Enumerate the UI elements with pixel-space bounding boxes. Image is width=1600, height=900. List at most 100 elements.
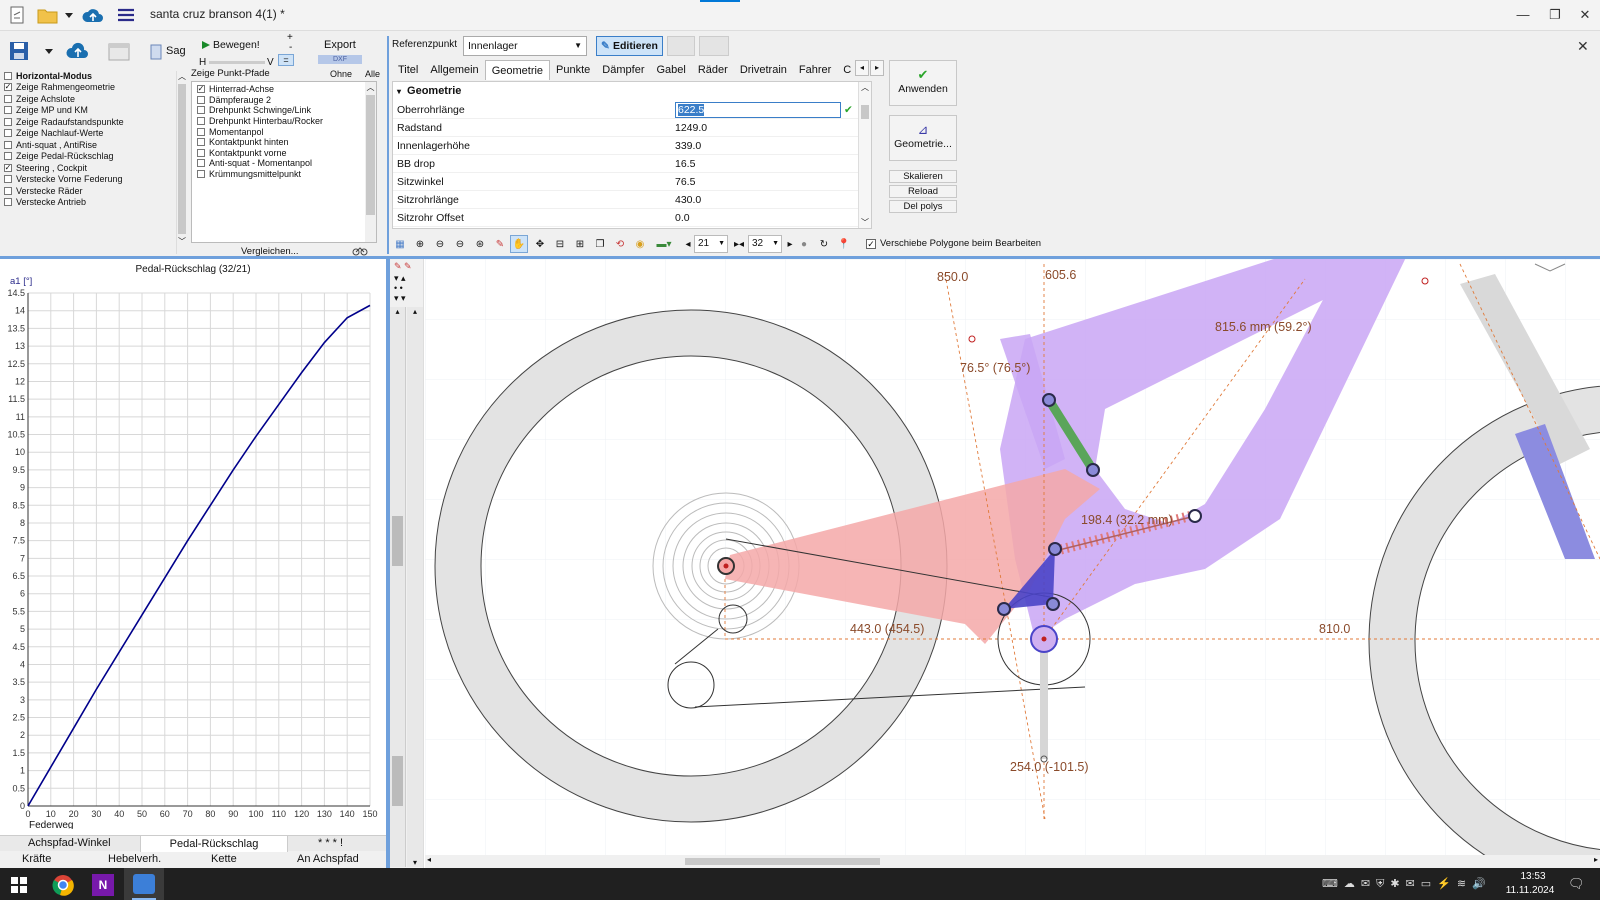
tab-punkte[interactable]: Punkte <box>550 60 596 80</box>
grid-icon[interactable]: ▦ <box>392 235 408 253</box>
layers-icon[interactable]: ▬▾ <box>652 235 676 253</box>
dots-icon[interactable]: • • <box>394 283 403 293</box>
onenote-icon[interactable]: N <box>92 874 114 896</box>
option-checkbox[interactable] <box>4 129 12 138</box>
geometry-button[interactable]: ⊿ Geometrie... <box>889 115 957 161</box>
tab-scroll-right[interactable]: ▸ <box>870 60 884 76</box>
undo-button[interactable] <box>667 36 695 56</box>
option-item[interactable]: Zeige Radaufstandspunkte <box>4 116 176 128</box>
path-item[interactable]: Kontaktpunkt vorne <box>197 148 376 159</box>
apply-button[interactable]: ✔ Anwenden <box>889 60 957 106</box>
save-dropdown-icon[interactable] <box>44 46 56 58</box>
tab-more[interactable]: * * * ! <box>318 837 343 849</box>
circle-icon[interactable]: ● <box>796 235 812 253</box>
option-checkbox[interactable]: ✓ <box>4 163 12 172</box>
bottom-tab-0[interactable]: Kräfte <box>22 853 51 865</box>
sprocket-select[interactable]: 32 ▼ <box>748 235 782 253</box>
tab-drivetrain[interactable]: Drivetrain <box>734 60 793 80</box>
windows-start-icon[interactable] <box>10 876 28 894</box>
zoom-out-icon[interactable]: ⊖ <box>432 235 448 253</box>
save-icon[interactable] <box>8 40 32 64</box>
pin-red-icon[interactable]: ✎ ✎ <box>394 261 412 272</box>
close-panel-icon[interactable]: ✕ <box>1577 38 1589 55</box>
option-item[interactable]: Verstecke Räder <box>4 185 176 197</box>
table-icon[interactable]: ⊞ <box>572 235 588 253</box>
move-button[interactable]: Bewegen! <box>213 39 260 51</box>
vertical-scrollbar-a[interactable]: ▴ <box>390 307 406 867</box>
paths-all-button[interactable]: Alle <box>365 69 380 79</box>
vertical-scrollbar-b[interactable]: ▴ ▾ <box>407 307 423 867</box>
tab-fahrer[interactable]: Fahrer <box>793 60 837 80</box>
confirm-check-icon[interactable]: ✔ <box>844 104 853 116</box>
copy-icon[interactable]: ❐ <box>592 235 608 253</box>
zoom-window-icon[interactable]: ⊖ <box>452 235 468 253</box>
pan-hand-icon[interactable]: ✋ <box>510 235 528 253</box>
dropdown-arrow-icon[interactable] <box>63 4 75 26</box>
bottom-tab-1[interactable]: Hebelverh. <box>108 853 161 865</box>
dxf-button[interactable]: DXF <box>318 55 362 64</box>
tab-titel[interactable]: Titel <box>392 60 424 80</box>
cloud-save-icon[interactable] <box>66 40 90 64</box>
prev-arrow-icon[interactable]: ◂ <box>684 235 692 253</box>
option-checkbox[interactable] <box>4 175 12 184</box>
active-app-slot[interactable] <box>124 868 164 900</box>
option-item[interactable]: ✓ Steering , Cockpit <box>4 162 176 174</box>
ref-select[interactable]: Innenlager ▼ <box>463 36 587 56</box>
bike-icon[interactable] <box>352 246 368 256</box>
notifications-icon[interactable]: 🗨 <box>1568 876 1585 892</box>
canvas-h-scrollbar[interactable]: ◂ ▸ <box>425 855 1600 868</box>
minimize-button[interactable]: — <box>1508 4 1538 26</box>
hv-slider[interactable] <box>209 61 265 64</box>
row-value[interactable]: 339.0 <box>675 137 871 154</box>
geometry-row[interactable]: Sitzrohr Offset 0.0 <box>393 209 871 227</box>
option-checkbox[interactable]: ✓ <box>4 83 12 92</box>
geometry-section[interactable]: ▾ Geometrie <box>393 82 871 101</box>
path-item[interactable]: ✓ Hinterrad-Achse <box>197 84 376 95</box>
zoom-fit-icon[interactable]: ⊛ <box>472 235 488 253</box>
export-label[interactable]: Export <box>324 39 356 51</box>
edit-button[interactable]: ✎ Editieren <box>596 36 663 56</box>
menu-icon[interactable] <box>115 4 137 26</box>
close-window-button[interactable]: ✕ <box>1570 4 1600 26</box>
option-item[interactable]: Zeige Pedal-Rückschlag <box>4 151 176 163</box>
chainring-select[interactable]: 21 ▼ <box>694 235 728 253</box>
cloud-upload-icon[interactable] <box>81 4 105 26</box>
option-checkbox[interactable] <box>4 140 12 149</box>
path-checkbox[interactable] <box>197 170 205 179</box>
path-checkbox[interactable] <box>197 148 205 157</box>
sag-button[interactable]: Sag <box>166 45 186 57</box>
tab-dämpfer[interactable]: Dämpfer <box>596 60 650 80</box>
tab-geometrie[interactable]: Geometrie <box>484 60 551 80</box>
tab-scroll-left[interactable]: ◂ <box>855 60 869 76</box>
maximize-button[interactable]: ❐ <box>1540 4 1570 26</box>
bottom-tab-2[interactable]: Kette <box>211 853 237 865</box>
option-item[interactable]: ✓ Zeige Rahmengeometrie <box>4 82 176 94</box>
option-item[interactable]: Horizontal-Modus <box>4 70 176 82</box>
geometry-row[interactable]: Oberrohrlänge 622.5 ✔ <box>393 101 871 119</box>
path-checkbox[interactable] <box>197 95 205 104</box>
minus-button[interactable]: - <box>289 42 292 53</box>
geometry-row[interactable]: Innenlagerhöhe 339.0 <box>393 137 871 155</box>
top-tube-input[interactable]: 622.5 <box>675 102 841 118</box>
path-checkbox[interactable] <box>197 106 205 115</box>
redo-button[interactable] <box>699 36 729 56</box>
option-item[interactable]: Zeige MP und KM <box>4 105 176 117</box>
options-scrollbar[interactable]: ︿ ﹀ <box>176 71 187 254</box>
option-item[interactable]: Zeige Nachlauf-Werte <box>4 128 176 140</box>
tab-räder[interactable]: Räder <box>692 60 734 80</box>
tab-gabel[interactable]: Gabel <box>650 60 691 80</box>
row-value[interactable]: 430.0 <box>675 191 871 208</box>
refresh-icon[interactable]: ⟲ <box>612 235 628 253</box>
path-checkbox[interactable] <box>197 138 205 147</box>
panel-splitter[interactable] <box>387 36 389 254</box>
bike-drawing[interactable]: 850.0 605.6 815.6 mm (59.2°) 76.5° (76.5… <box>425 259 1600 855</box>
skip-arrow-icon[interactable]: ▸◂ <box>732 235 746 253</box>
rotate-icon[interactable]: ↻ <box>816 235 832 253</box>
option-item[interactable]: Verstecke Antrieb <box>4 197 176 209</box>
option-checkbox[interactable] <box>4 152 12 161</box>
path-item[interactable]: Anti-squat - Momentanpol <box>197 158 376 169</box>
next-arrow-icon[interactable]: ▸ <box>786 235 794 253</box>
row-value[interactable]: 76.5 <box>675 173 871 190</box>
option-item[interactable]: Anti-squat , AntiRise <box>4 139 176 151</box>
draw-icon[interactable]: ✎ <box>492 235 508 253</box>
